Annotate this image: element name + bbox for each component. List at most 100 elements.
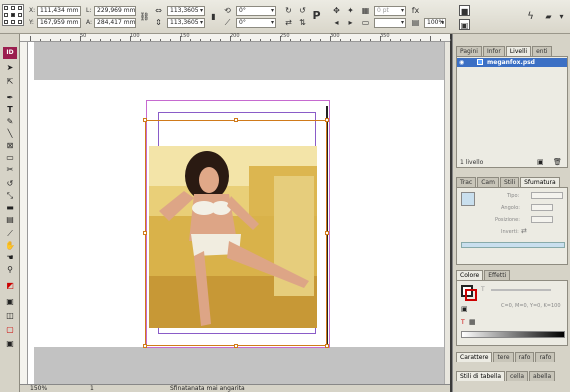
apply-color-icon[interactable]: ▣ (3, 296, 17, 308)
tab-info[interactable]: Infor (482, 46, 505, 56)
panel-menu-icon[interactable]: ▾ (556, 11, 567, 22)
tab-fields[interactable]: Cam (477, 177, 499, 187)
status-page[interactable]: 1 (90, 385, 94, 392)
pencil-tool-icon[interactable]: ✎ (3, 116, 17, 128)
note-tool-icon[interactable]: ▤ (3, 214, 17, 226)
type-tool-icon[interactable]: T (3, 104, 17, 116)
resize-handle-tc[interactable] (234, 118, 238, 122)
scale-tool-icon[interactable]: ⤡ (3, 190, 17, 202)
stroke-swatch-icon[interactable]: ▭ (360, 17, 371, 28)
delete-layer-icon[interactable]: 🗑 (553, 158, 562, 166)
rotate-tool-icon[interactable]: ↺ (3, 178, 17, 190)
vertical-scrollbar[interactable] (444, 42, 450, 384)
text-color-icon[interactable]: T (461, 319, 465, 326)
vertical-ruler[interactable] (20, 42, 28, 384)
fill-stroke-icon[interactable]: ◩ (3, 280, 17, 292)
constrain-scale-icon[interactable]: ▮ (208, 11, 219, 22)
reference-point-proxy[interactable] (2, 4, 24, 26)
fill-swatch-icon[interactable]: ▦ (360, 5, 371, 16)
rectangle-frame-tool-icon[interactable]: ⊠ (3, 140, 17, 152)
new-layer-icon[interactable]: ▣ (537, 158, 544, 166)
select-content-icon[interactable]: ✦ (345, 5, 356, 16)
scale-y-field[interactable]: 113,3605 (167, 18, 205, 28)
gradient-angle-field[interactable] (531, 204, 553, 211)
tab-styles[interactable]: Stili (499, 177, 520, 187)
constrain-proportions-icon[interactable]: ⛓ (139, 11, 150, 22)
resize-handle-bl[interactable] (143, 344, 147, 348)
tab-paragraph[interactable]: rafo (514, 352, 535, 362)
gradient-ramp[interactable] (461, 242, 565, 248)
tab-character[interactable]: Carattere (456, 352, 493, 362)
p-reference-icon[interactable]: P (311, 10, 322, 21)
normal-view-icon[interactable]: ▢ (3, 324, 17, 336)
tab-color[interactable]: Colore (456, 270, 484, 280)
direct-selection-tool-icon[interactable]: ⇱ (3, 76, 17, 88)
eyedropper-tool-icon[interactable]: ⟋ (3, 228, 17, 240)
fx-icon[interactable]: fx (410, 5, 421, 16)
status-zoom[interactable]: 150% (30, 385, 47, 392)
rotate-cw-icon[interactable]: ↻ (283, 5, 294, 16)
color-mode-icon[interactable]: ▣ (461, 305, 468, 313)
zoom-tool-icon[interactable]: ⚲ (3, 264, 17, 276)
tab-table[interactable]: abella (529, 371, 556, 381)
tab-cell-styles[interactable]: cella (506, 371, 529, 381)
resize-handle-tr[interactable] (325, 118, 329, 122)
gradient-tool-icon[interactable]: ▬ (3, 202, 17, 214)
stroke-weight-field[interactable]: 0 pt (374, 6, 406, 16)
rectangle-tool-icon[interactable]: ▭ (3, 152, 17, 164)
horizontal-ruler[interactable]: 50 100 150 200 250 300 350 (20, 33, 451, 42)
rotation-field[interactable]: 0° (236, 6, 276, 16)
tab-pages[interactable]: Pagini (456, 46, 482, 56)
resize-handle-bc[interactable] (234, 344, 238, 348)
width-field[interactable]: 229,969 mm (94, 6, 136, 16)
opacity-field[interactable]: 100% (424, 18, 446, 28)
x-position-field[interactable]: 111,434 mm (37, 6, 81, 16)
height-field[interactable]: 284,417 mm (94, 18, 136, 28)
hand-tool-icon[interactable]: ☚ (3, 252, 17, 264)
workspace-icon[interactable]: ▰ (543, 11, 554, 22)
stroke-type-field[interactable] (374, 18, 406, 28)
eye-icon[interactable]: ◉ (459, 59, 464, 66)
flip-v-icon[interactable]: ⇅ (297, 17, 308, 28)
shear-field[interactable]: 0° (236, 18, 276, 28)
y-position-field[interactable]: 167,959 mm (37, 18, 81, 28)
tab-paragraph-styles[interactable]: rafo (535, 352, 556, 362)
scale-x-field[interactable]: 113,3605 (167, 6, 205, 16)
tab-gradient[interactable]: Sfumatura (520, 177, 560, 187)
swatch-toggle-icon[interactable]: ▦ (469, 318, 476, 326)
resize-handle-br[interactable] (325, 344, 329, 348)
gradient-type-field[interactable] (531, 192, 563, 199)
tab-effects[interactable]: Effetti (484, 270, 511, 280)
screen-mode-icon[interactable]: ▣ (3, 338, 17, 350)
gradient-swatch[interactable] (461, 192, 475, 206)
scissors-tool-icon[interactable]: ✂ (3, 164, 17, 176)
select-previous-icon[interactable]: ◂ (331, 17, 342, 28)
tab-trace[interactable]: Trac (456, 177, 477, 187)
flip-h-icon[interactable]: ⇄ (283, 17, 294, 28)
tab-links[interactable]: enti (532, 46, 552, 56)
photo-image[interactable] (149, 146, 317, 328)
tab-table-styles[interactable]: Stili di tabella (456, 371, 505, 381)
pen-tool-icon[interactable]: ✒ (3, 92, 17, 104)
rotate-ccw-icon[interactable]: ↺ (297, 5, 308, 16)
gradient-position-field[interactable] (531, 216, 553, 223)
resize-handle-tl[interactable] (143, 118, 147, 122)
color-ramp[interactable] (461, 331, 565, 338)
line-tool-icon[interactable]: ╲ (3, 128, 17, 140)
resize-handle-mr[interactable] (325, 231, 329, 235)
selection-tool-icon[interactable]: ➤ (3, 62, 17, 74)
resize-handle-ml[interactable] (143, 231, 147, 235)
quick-apply-icon[interactable]: ▣ (459, 19, 470, 30)
select-container-icon[interactable]: ✥ (331, 5, 342, 16)
panel-toggle-icon[interactable]: ■ (459, 5, 470, 16)
stroke-swatch[interactable] (465, 289, 477, 301)
preview-mode-icon[interactable]: ◫ (3, 310, 17, 322)
tint-slider[interactable] (491, 289, 551, 291)
document-canvas[interactable] (28, 42, 450, 384)
lightning-icon[interactable]: ϟ (525, 11, 536, 22)
tab-layers[interactable]: Livelli (505, 46, 532, 56)
layer-row[interactable]: ◉ meganfox.psd (457, 58, 567, 67)
measure-tool-icon[interactable]: ✋ (3, 240, 17, 252)
tab-glyphs[interactable]: tere (493, 352, 514, 362)
opacity-icon[interactable]: ▤ (410, 17, 421, 28)
